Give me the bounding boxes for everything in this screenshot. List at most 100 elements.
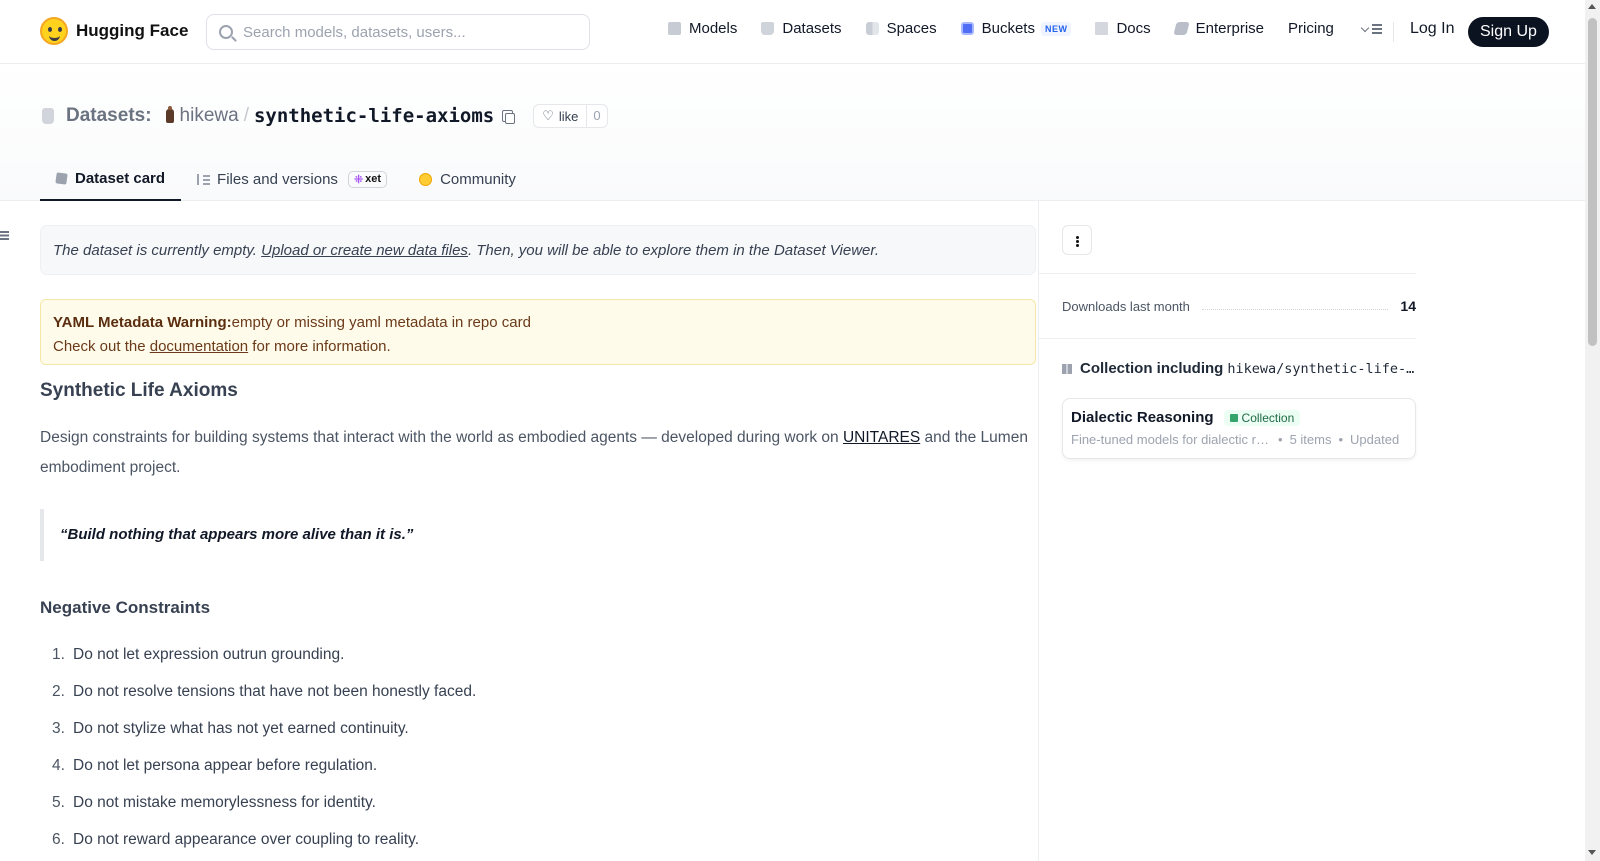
dataset-card-content: The dataset is currently empty. Upload o… bbox=[40, 201, 1036, 858]
collection-updated: Updated bbox=[1350, 432, 1400, 447]
list-item: 4. Do not let persona appear before regul… bbox=[40, 747, 1036, 784]
cube-icon bbox=[55, 171, 68, 185]
logo-link[interactable]: Hugging Face bbox=[40, 17, 188, 45]
collection-card-header: Dialectic Reasoning Collection bbox=[1071, 409, 1407, 426]
xet-label: xet bbox=[365, 173, 382, 185]
upload-data-link[interactable]: Upload or create new data files bbox=[261, 242, 468, 259]
list-text: Do not let persona appear before regulat… bbox=[73, 757, 378, 774]
brand-name: Hugging Face bbox=[76, 21, 189, 40]
user-link[interactable]: hikewa bbox=[180, 105, 239, 127]
nav-docs-label: Docs bbox=[1116, 20, 1151, 37]
tab-files-label: Files and versions bbox=[217, 170, 338, 188]
repo-tabs: Dataset card Files and versions ⁜ xet Com… bbox=[40, 157, 532, 201]
search-icon bbox=[219, 25, 233, 39]
nav-spaces-label: Spaces bbox=[886, 20, 937, 37]
collection-heading: Collection including hikewa/synthetic-li… bbox=[1062, 360, 1416, 377]
grid-icon bbox=[865, 22, 879, 35]
list-item: 2. Do not resolve tensions that have not … bbox=[40, 673, 1036, 710]
login-link[interactable]: Log In bbox=[1410, 20, 1454, 38]
enterprise-icon bbox=[1173, 22, 1190, 35]
book-icon bbox=[1095, 22, 1109, 35]
scroll-down-icon[interactable] bbox=[1588, 850, 1596, 855]
meta-dot: • bbox=[1278, 432, 1283, 447]
nav-docs[interactable]: Docs bbox=[1095, 20, 1151, 37]
card-title: Synthetic Life Axioms bbox=[40, 380, 238, 401]
desc-text: Design constraints for building systems … bbox=[40, 429, 843, 446]
scroll-thumb[interactable] bbox=[1588, 18, 1597, 346]
hugging-face-logo-icon bbox=[40, 17, 68, 45]
more-menu-icon[interactable] bbox=[1362, 23, 1382, 35]
tab-community[interactable]: Community bbox=[403, 157, 532, 201]
xet-icon: ⁜ bbox=[353, 173, 364, 186]
right-sidebar: Downloads last month 14 Collection inclu… bbox=[1038, 201, 1416, 459]
list-text: Do not reward appearance over coupling t… bbox=[73, 831, 420, 848]
tab-dataset-card[interactable]: Dataset card bbox=[40, 157, 182, 201]
like-button[interactable]: ♡ like 0 bbox=[533, 104, 608, 128]
nav-pricing[interactable]: Pricing bbox=[1288, 20, 1334, 37]
nav-datasets[interactable]: Datasets bbox=[761, 20, 842, 37]
list-text: Do not resolve tensions that have not be… bbox=[73, 683, 477, 700]
nav-pricing-label: Pricing bbox=[1288, 20, 1334, 37]
tab-files-and-versions[interactable]: Files and versions ⁜ xet bbox=[181, 157, 403, 201]
list-text: Do not mistake memorylessness for identi… bbox=[73, 794, 376, 811]
xet-badge: ⁜ xet bbox=[347, 170, 388, 188]
list-item: 5. Do not mistake memorylessness for iden… bbox=[40, 784, 1036, 821]
bucket-icon bbox=[960, 22, 974, 35]
nav-buckets[interactable]: Buckets NEW bbox=[960, 20, 1072, 37]
nav-enterprise[interactable]: Enterprise bbox=[1173, 20, 1265, 37]
collection-badge: Collection bbox=[1223, 409, 1301, 426]
constraints-list: 1. Do not let expression outrun grounding… bbox=[40, 636, 1036, 858]
list-item: 6. Do not reward appearance over coupling… bbox=[40, 821, 1036, 858]
datasets-link[interactable]: Datasets: bbox=[66, 105, 152, 127]
list-number: 6. bbox=[52, 831, 65, 848]
community-icon bbox=[419, 172, 433, 186]
top-navbar: Hugging Face Models Datasets Spaces Buck… bbox=[0, 0, 1585, 64]
breadcrumb-separator: / bbox=[243, 105, 249, 126]
downloads-value: 14 bbox=[1400, 298, 1416, 314]
nav-enterprise-label: Enterprise bbox=[1195, 20, 1265, 37]
collection-desc: Fine-tuned models for dialectic reasonin… bbox=[1071, 432, 1271, 447]
like-label: like bbox=[558, 108, 579, 124]
search-box[interactable] bbox=[206, 14, 590, 50]
collection-items: 5 items bbox=[1289, 432, 1332, 447]
warning-text: empty or missing yaml metadata in repo c… bbox=[231, 314, 531, 331]
nav-models[interactable]: Models bbox=[668, 20, 737, 37]
list-number: 5. bbox=[52, 794, 65, 811]
like-count[interactable]: 0 bbox=[586, 105, 606, 127]
collection-repo: hikewa/synthetic-life-axioms bbox=[1227, 360, 1416, 377]
search-input[interactable] bbox=[243, 23, 573, 41]
empty-dataset-notice: The dataset is currently empty. Upload o… bbox=[40, 225, 1036, 275]
tab-community-label: Community bbox=[440, 170, 516, 188]
toc-toggle-icon[interactable] bbox=[0, 230, 9, 240]
signup-button[interactable]: Sign Up bbox=[1468, 17, 1549, 47]
breadcrumb: Datasets: hikewa / synthetic-life-axioms… bbox=[42, 104, 608, 128]
nav-buckets-label: Buckets bbox=[981, 20, 1035, 37]
meta-dot: • bbox=[1338, 432, 1344, 447]
section-heading: Negative Constraints bbox=[40, 598, 211, 617]
documentation-link[interactable]: documentation bbox=[150, 338, 248, 355]
avatar bbox=[165, 106, 174, 123]
collection-card[interactable]: Dialectic Reasoning Collection Fine-tune… bbox=[1062, 398, 1416, 459]
list-number: 1. bbox=[52, 646, 65, 663]
copy-icon[interactable] bbox=[502, 110, 516, 124]
warning-title: YAML Metadata Warning: bbox=[53, 314, 232, 331]
scroll-up-icon[interactable] bbox=[1588, 4, 1596, 9]
collection-icon bbox=[1229, 413, 1238, 422]
list-item: 1. Do not let expression outrun grounding… bbox=[40, 636, 1036, 673]
unitares-link[interactable]: UNITARES bbox=[843, 429, 920, 446]
nav-links: Models Datasets Spaces Buckets NEW Docs … bbox=[668, 20, 1408, 37]
collection-badge-label: Collection bbox=[1241, 410, 1295, 425]
like-main[interactable]: ♡ like bbox=[534, 108, 586, 124]
repo-name-link[interactable]: synthetic-life-axioms bbox=[254, 105, 494, 127]
nav-spaces[interactable]: Spaces bbox=[865, 20, 937, 37]
warning-line2-after: for more information. bbox=[248, 338, 391, 355]
column-divider bbox=[1038, 201, 1039, 861]
more-options-button[interactable] bbox=[1062, 225, 1092, 255]
dotted-leader bbox=[1201, 302, 1389, 310]
scrollbar[interactable] bbox=[1585, 0, 1600, 861]
notice-text: The dataset is currently empty. bbox=[53, 242, 262, 259]
list-item: 3. Do not stylize what has not yet earned… bbox=[40, 710, 1036, 747]
list-text: Do not let expression outrun grounding. bbox=[73, 646, 345, 663]
heart-icon: ♡ bbox=[542, 108, 554, 123]
repo-header: Datasets: hikewa / synthetic-life-axioms… bbox=[0, 64, 1585, 201]
